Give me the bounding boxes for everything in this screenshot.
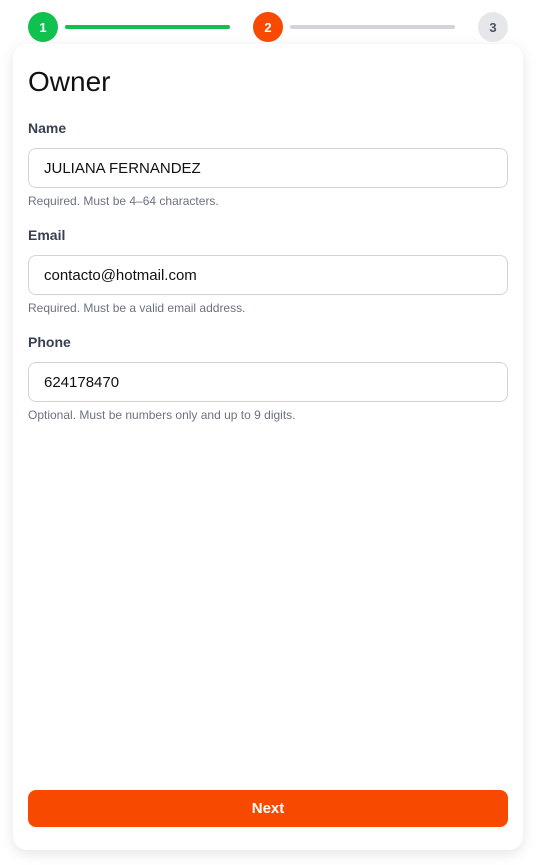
step-2: 2 bbox=[253, 12, 283, 42]
name-help: Required. Must be 4–64 characters. bbox=[28, 194, 219, 208]
email-input[interactable] bbox=[28, 255, 508, 295]
owner-form-card: Owner Name Required. Must be 4–64 charac… bbox=[13, 44, 523, 850]
step-connector-complete bbox=[65, 25, 230, 29]
name-label: Name bbox=[28, 120, 67, 136]
stepper: 1 2 3 bbox=[28, 12, 508, 42]
step-3: 3 bbox=[478, 12, 508, 42]
phone-label: Phone bbox=[28, 334, 71, 350]
email-field-group: Email Required. Must be a valid email ad… bbox=[28, 227, 508, 315]
email-help: Required. Must be a valid email address. bbox=[28, 301, 246, 315]
phone-field-group: Phone Optional. Must be numbers only and… bbox=[28, 334, 508, 422]
email-label: Email bbox=[28, 227, 66, 243]
step-connector-pending bbox=[290, 25, 455, 29]
name-field-group: Name Required. Must be 4–64 characters. bbox=[28, 120, 508, 208]
next-button[interactable]: Next bbox=[28, 790, 508, 827]
step-1: 1 bbox=[28, 12, 58, 42]
name-input[interactable] bbox=[28, 148, 508, 188]
page-title: Owner bbox=[28, 66, 111, 97]
phone-input[interactable] bbox=[28, 362, 508, 402]
phone-help: Optional. Must be numbers only and up to… bbox=[28, 408, 296, 422]
